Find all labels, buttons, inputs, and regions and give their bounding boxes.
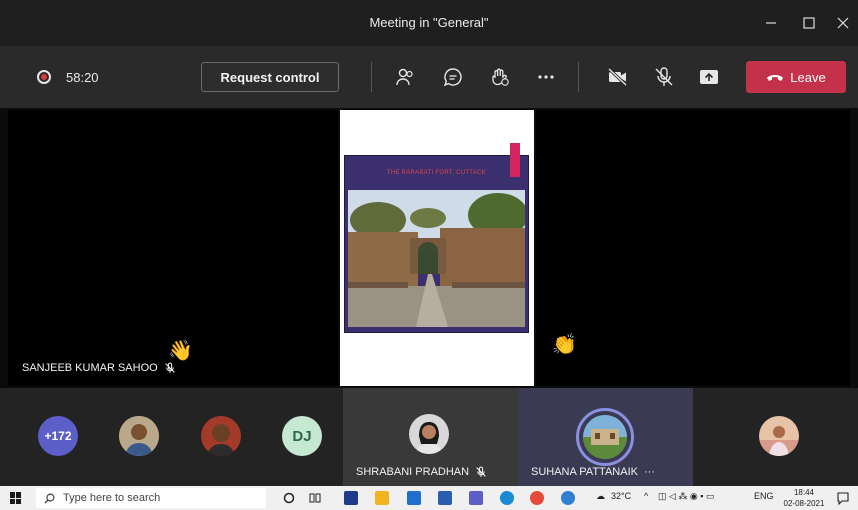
meeting-toolbar: 58:20 Request control Leave <box>0 46 858 108</box>
mail-icon[interactable] <box>407 491 421 505</box>
avatar[interactable] <box>201 416 241 456</box>
avatar[interactable] <box>759 416 799 456</box>
muted-mic-icon <box>164 362 175 373</box>
maximize-button[interactable] <box>796 10 822 36</box>
cortana-icon[interactable] <box>282 491 296 505</box>
temperature: 32°C <box>611 491 632 501</box>
windows-taskbar: Type here to search ☁ 32°C ^ ◫ ◁ ⁂ ◉ ▪ ▭… <box>0 486 858 510</box>
more-participants-button[interactable]: +172 <box>38 416 78 456</box>
windows-start-icon[interactable] <box>10 492 22 504</box>
chat-icon <box>443 68 462 87</box>
dropbox-icon[interactable] <box>344 491 358 505</box>
recording-indicator-icon <box>37 70 51 84</box>
mic-off-icon <box>655 67 673 86</box>
participant-name: SUHANA PATTANAIK <box>531 466 638 478</box>
more-options-icon <box>538 75 554 79</box>
camera-off-icon <box>607 67 628 87</box>
raised-hand-icon: 👏 <box>552 334 577 356</box>
avatar[interactable]: DJ <box>282 416 322 456</box>
clock-date: 02-08-2021 <box>783 499 825 508</box>
app-icon[interactable] <box>561 491 575 505</box>
chrome-icon[interactable] <box>530 491 544 505</box>
title-bar: Meeting in "General" <box>0 0 858 46</box>
participant-video-tile[interactable]: 👏 <box>536 110 850 386</box>
participant-name-label: SHRABANI PRADHAN <box>356 466 487 478</box>
system-tray-icons[interactable]: ◫ ◁ ⁂ ◉ ▪ ▭ <box>658 491 714 502</box>
notification-icon[interactable] <box>836 491 850 505</box>
language-indicator[interactable]: ENG <box>754 491 774 501</box>
taskbar-clock[interactable]: 18:44 02-08-2021 <box>778 487 830 509</box>
participant-name-label: SUHANA PATTANAIK ··· <box>531 466 655 478</box>
participant-name: SANJEEB KUMAR SAHOO <box>22 362 158 374</box>
maximize-icon <box>803 17 815 29</box>
leave-meeting-button[interactable]: Leave <box>746 61 846 93</box>
participant-video-tile[interactable]: 👋 SANJEEB KUMAR SAHOO <box>8 110 338 386</box>
share-content-button[interactable] <box>695 63 723 91</box>
weather-icon[interactable]: ☁ <box>596 491 605 502</box>
toolbar-divider <box>578 62 579 92</box>
slide-content: THE BARABATI FORT, CUTTACK <box>344 143 529 333</box>
avatar[interactable] <box>583 415 627 459</box>
more-actions-button[interactable] <box>532 63 560 91</box>
minimize-icon <box>766 22 776 24</box>
share-tray-icon <box>700 70 718 84</box>
shared-presentation[interactable]: THE BARABATI FORT, CUTTACK <box>340 110 534 386</box>
edge-icon[interactable] <box>500 491 514 505</box>
taskbar-search-box[interactable]: Type here to search <box>36 488 266 508</box>
file-explorer-icon[interactable] <box>375 491 389 505</box>
show-participants-button[interactable] <box>391 63 419 91</box>
participants-icon <box>396 68 413 86</box>
tray-overflow-icon[interactable]: ^ <box>644 491 648 501</box>
participant-more-button[interactable]: ··· <box>644 466 655 478</box>
minimize-button[interactable] <box>758 10 784 36</box>
request-control-button[interactable]: Request control <box>201 62 339 92</box>
meeting-stage: 👋 SANJEEB KUMAR SAHOO THE BARABATI FORT,… <box>0 108 858 388</box>
leave-label: Leave <box>790 69 826 85</box>
avatar[interactable] <box>409 414 449 454</box>
task-view-icon[interactable] <box>308 491 322 505</box>
window-title: Meeting in "General" <box>369 15 489 30</box>
app-icon[interactable] <box>438 491 452 505</box>
meeting-timer: 58:20 <box>66 70 99 85</box>
slide-title: THE BARABATI FORT, CUTTACK <box>386 170 487 176</box>
raise-hand-icon <box>492 68 509 86</box>
toolbar-divider <box>371 62 372 92</box>
search-icon <box>44 493 55 504</box>
participant-name: SHRABANI PRADHAN <box>356 466 470 478</box>
search-placeholder: Type here to search <box>63 492 161 504</box>
clock-time: 18:44 <box>793 488 815 497</box>
raised-hand-icon: 👋 <box>168 340 193 362</box>
phone-hangup-icon <box>767 75 784 81</box>
close-icon <box>837 17 849 29</box>
close-button[interactable] <box>830 10 856 36</box>
mic-toggle-button[interactable] <box>650 63 678 91</box>
raise-hand-button[interactable] <box>486 63 514 91</box>
camera-toggle-button[interactable] <box>604 63 632 91</box>
show-chat-button[interactable] <box>439 63 467 91</box>
avatar[interactable] <box>119 416 159 456</box>
muted-mic-icon <box>476 466 486 477</box>
fort-gate-photo <box>348 190 525 327</box>
participant-strip: +172 DJ SHRABANI PRADHAN SUHANA PATTANAI… <box>0 388 858 486</box>
teams-icon[interactable] <box>469 491 483 505</box>
participant-name-label: SANJEEB KUMAR SAHOO <box>22 362 176 374</box>
